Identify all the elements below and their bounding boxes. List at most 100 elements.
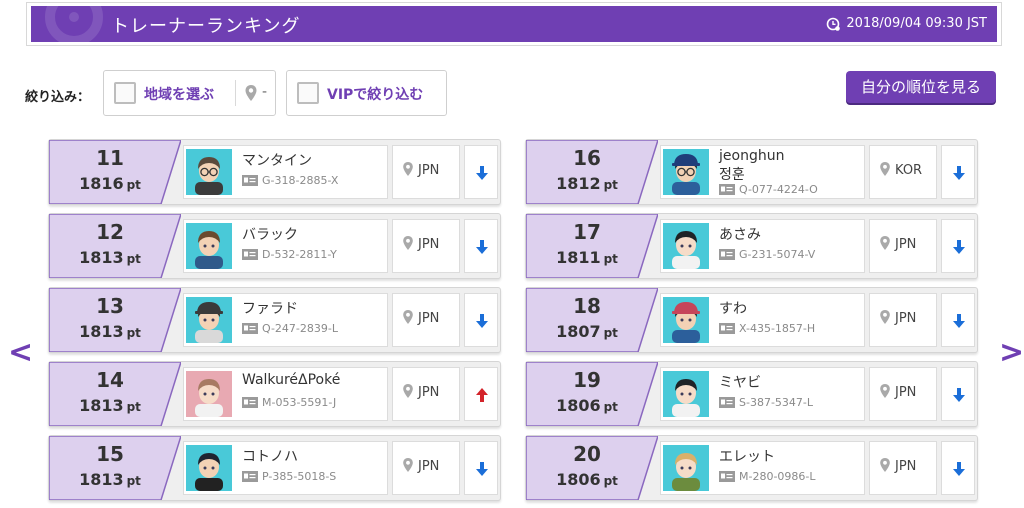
trainer-id: Q-247-2839-L [242, 322, 338, 335]
prev-page-button[interactable]: < [8, 335, 33, 370]
rank-number: 14 [96, 368, 124, 392]
rank-down-arrow-icon [953, 462, 965, 476]
rank-badge: 16 1812 pt [526, 140, 658, 204]
rank-down-arrow-icon [953, 240, 965, 254]
ranking-card[interactable]: 20 1806 pt エレット M-280-0986-L JPN [525, 435, 978, 501]
rank-trend [464, 219, 498, 273]
trainer-avatar [663, 371, 709, 417]
rank-number: 13 [96, 294, 124, 318]
points-unit: pt [126, 178, 141, 192]
trainer-country: JPN [392, 367, 460, 421]
trainer-info: あさみ G-231-5074-V [660, 219, 865, 273]
trainer-avatar [186, 371, 232, 417]
id-card-icon [242, 249, 258, 260]
rank-points: 1813 pt [49, 322, 171, 341]
rank-trend [464, 145, 498, 199]
trainer-country: JPN [392, 441, 460, 495]
points-unit: pt [126, 326, 141, 340]
location-pin-icon [880, 458, 890, 472]
trainer-name: エレット [719, 449, 775, 465]
trainer-name: マンタイン [242, 153, 312, 169]
country-code: JPN [418, 163, 440, 178]
rank-trend [941, 441, 975, 495]
trainer-country: JPN [869, 219, 937, 273]
ranking-card[interactable]: 11 1816 pt マンタイン G-318-2885-X JPN [48, 139, 501, 205]
region-checkbox[interactable] [114, 82, 136, 104]
trainer-id-text: Q-077-4224-O [739, 183, 818, 196]
trainer-name: ミヤビ [719, 375, 761, 391]
ranking-card[interactable]: 19 1806 pt ミヤビ S-387-5347-L JPN [525, 361, 978, 427]
points-value: 1813 [79, 322, 124, 341]
country-code: KOR [895, 163, 923, 178]
country-code: JPN [418, 459, 440, 474]
points-value: 1813 [79, 470, 124, 489]
location-pin-icon [245, 85, 257, 101]
ranking-card[interactable]: 14 1813 pt WalkuréΔPoké M-053-5591-J JPN [48, 361, 501, 427]
rank-trend [941, 293, 975, 347]
id-card-icon [242, 323, 258, 334]
rank-badge: 14 1813 pt [49, 362, 181, 426]
next-page-button[interactable]: > [999, 335, 1024, 370]
trainer-country: JPN [869, 367, 937, 421]
trainer-id: X-435-1857-H [719, 322, 815, 335]
rank-trend [941, 145, 975, 199]
ranking-card[interactable]: 17 1811 pt あさみ G-231-5074-V JPN [525, 213, 978, 279]
rank-number: 12 [96, 220, 124, 244]
rank-down-arrow-icon [953, 314, 965, 328]
view-my-rank-button[interactable]: 自分の順位を見る [846, 71, 996, 103]
trainer-id: M-053-5591-J [242, 396, 336, 409]
rank-points: 1806 pt [526, 396, 648, 415]
rank-down-arrow-icon [953, 166, 965, 180]
trainer-info: マンタイン G-318-2885-X [183, 145, 388, 199]
points-unit: pt [126, 474, 141, 488]
trainer-info: コトノハ P-385-5018-S [183, 441, 388, 495]
trainer-avatar [663, 149, 709, 195]
trainer-avatar [186, 445, 232, 491]
trainer-country: JPN [392, 293, 460, 347]
location-pin-icon [403, 236, 413, 250]
trainer-info: すわ X-435-1857-H [660, 293, 865, 347]
ranking-card[interactable]: 18 1807 pt すわ X-435-1857-H JPN [525, 287, 978, 353]
country-code: JPN [418, 237, 440, 252]
update-timestamp: 2018/09/04 09:30 JST [826, 16, 987, 31]
points-unit: pt [126, 400, 141, 414]
vip-checkbox[interactable] [297, 82, 319, 104]
rank-number: 18 [573, 294, 601, 318]
rank-down-arrow-icon [953, 388, 965, 402]
id-card-icon [719, 184, 735, 195]
rank-number: 15 [96, 442, 124, 466]
trainer-id: G-318-2885-X [242, 174, 338, 187]
trainer-avatar [186, 223, 232, 269]
trainer-name: jeonghun [719, 148, 785, 164]
region-value: - [262, 84, 268, 100]
rank-badge: 17 1811 pt [526, 214, 658, 278]
ranking-card[interactable]: 15 1813 pt コトノハ P-385-5018-S JPN [48, 435, 501, 501]
vip-filter[interactable]: VIPで絞り込む [286, 70, 447, 116]
rank-number: 16 [573, 146, 601, 170]
timestamp-text: 2018/09/04 09:30 JST [846, 16, 987, 31]
rank-points: 1806 pt [526, 470, 648, 489]
trainer-info: ファラド Q-247-2839-L [183, 293, 388, 347]
points-value: 1806 [556, 396, 601, 415]
rank-number: 20 [573, 442, 601, 466]
location-pin-icon [880, 162, 890, 176]
country-code: JPN [418, 385, 440, 400]
filter-label: 絞り込み： [25, 90, 91, 105]
rank-trend [941, 219, 975, 273]
trainer-id: S-387-5347-L [719, 396, 813, 409]
trainer-avatar [186, 297, 232, 343]
trainer-name: WalkuréΔPoké [242, 372, 341, 388]
trainer-name: すわ [719, 301, 747, 317]
ranking-card[interactable]: 13 1813 pt ファラド Q-247-2839-L JPN [48, 287, 501, 353]
clock-icon [827, 17, 841, 31]
region-filter[interactable]: 地域を選ぶ - [103, 70, 276, 116]
trainer-avatar [186, 149, 232, 195]
page-title: トレーナーランキング [111, 16, 301, 37]
rank-points: 1812 pt [526, 174, 648, 193]
rank-points: 1816 pt [49, 174, 171, 193]
trainer-id-text: S-387-5347-L [739, 396, 814, 409]
ranking-card[interactable]: 12 1813 pt バラック D-532-2811-Y JPN [48, 213, 501, 279]
trainer-id: D-532-2811-Y [242, 248, 337, 261]
ranking-card[interactable]: 16 1812 pt jeonghun 정훈 Q-077-4224-O KOR [525, 139, 978, 205]
rank-number: 19 [573, 368, 601, 392]
